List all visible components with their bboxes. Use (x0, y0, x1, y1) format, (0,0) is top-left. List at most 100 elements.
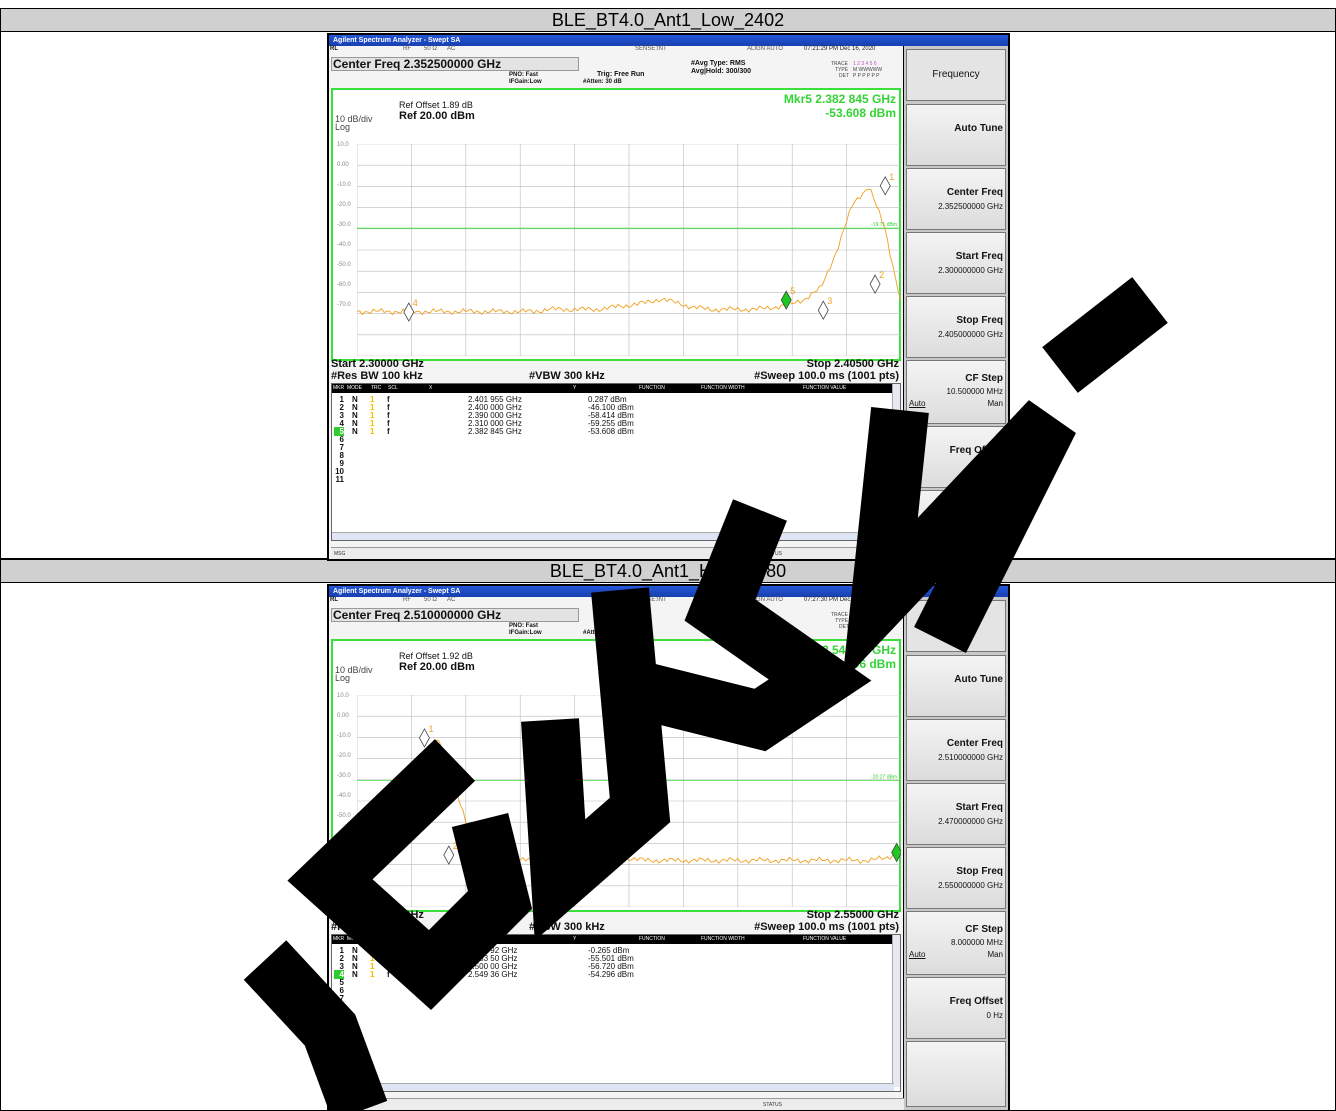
marker-table-row[interactable]: 4 N 1 f 2.310 000 GHz -59.255 dBm (332, 419, 894, 428)
msg-label: MSG (334, 551, 346, 557)
blank-softkey[interactable] (906, 1041, 1006, 1107)
y-tick-label: -20.0 (337, 753, 351, 759)
cf-step-button[interactable]: CF Step 8.000000 MHz Auto Man (906, 911, 1006, 975)
marker-table-row[interactable]: 4 N 1 f 2.549 36 GHz -54.296 dBm (332, 970, 894, 979)
atten-label: #Atten: 30 dB (583, 630, 622, 636)
marker-table-row[interactable]: 2 N 1 f 2.483 50 GHz -55.501 dBm (332, 954, 894, 963)
det-label: DET (839, 73, 849, 79)
y-tick-label: -20.0 (337, 202, 351, 208)
trace-info: TRACE 1 2 3 4 5 6 TYPE M WWWWW DET P P P… (811, 49, 903, 79)
avg-hold-label: Avg|Hold: 300/300 (691, 619, 752, 626)
marker-table-row[interactable]: 3 N 1 f 2.500 00 GHz -56.720 dBm (332, 962, 894, 971)
cf-step-man[interactable]: Man (987, 399, 1003, 408)
marker-diamond (891, 842, 901, 863)
marker-number: 2 (879, 270, 884, 280)
y-tick-label: 10.0 (337, 142, 349, 148)
marker-table-col-header: FUNCTION WIDTH (701, 936, 745, 942)
y-tick-label: 0.00 (337, 713, 349, 719)
start-freq-button[interactable]: Start Freq 2.300000000 GHz (906, 232, 1006, 294)
auto-tune-button[interactable]: Auto Tune (906, 104, 1006, 166)
freq-offset-button[interactable]: Freq Offset 0 Hz (906, 426, 1006, 488)
start-freq-readout: Start 2.30000 GHz (331, 358, 424, 370)
spectrum-analyzer-window: Agilent Spectrum Analyzer - Swept SA RL … (327, 33, 1010, 561)
marker-table-col-header: FUNCTION WIDTH (701, 385, 745, 391)
center-freq-button[interactable]: Center Freq 2.352500000 GHz (906, 168, 1006, 230)
avg-type-label: #Avg Type: RMS (691, 611, 746, 618)
marker-table-row[interactable]: 5 N 1 f 2.382 845 GHz -53.608 dBm (332, 427, 894, 436)
cf-step-man[interactable]: Man (987, 950, 1003, 959)
marker-freq-readout: Mkr5 2.382 845 GHz (783, 92, 896, 106)
start-freq-button[interactable]: Start Freq 2.470000000 GHz (906, 783, 1006, 845)
freq-offset-button[interactable]: Freq Offset 0 Hz (906, 977, 1006, 1039)
cf-step-auto[interactable]: Auto (909, 950, 925, 959)
marker-table-row[interactable]: 5 (332, 978, 894, 987)
marker-table: MKR MODE TRC SCL X Y FUNCTION FUNCTION WIDTH FUN… (331, 383, 901, 541)
stop-freq-key-label: Stop Freq (956, 315, 1003, 326)
marker-table-row[interactable]: 3 N 1 f 2.390 000 GHz -58.414 dBm (332, 411, 894, 420)
marker-table-row[interactable]: 8 (332, 1002, 894, 1011)
stop-freq-button[interactable]: Stop Freq 2.550000000 GHz (906, 847, 1006, 909)
vbw-readout: #VBW 300 kHz (529, 921, 605, 933)
marker-table-row[interactable]: 10 (332, 467, 894, 476)
cf-step-button[interactable]: CF Step 10.500000 MHz Auto Man (906, 360, 1006, 424)
marker-table-row[interactable]: 8 (332, 451, 894, 460)
analyzer-main: RL RF 50 Ω AC SENSE:INT ALIGN AUTO 07:27… (329, 597, 905, 1110)
cf-step-key-value: 10.500000 MHz (946, 387, 1003, 396)
start-freq-key-label: Start Freq (955, 251, 1003, 262)
marker-table-col-header: MKR (333, 936, 345, 942)
table-hscrollbar[interactable] (332, 532, 894, 540)
center-freq-banner[interactable]: Center Freq 2.510000000 GHz (331, 608, 579, 622)
marker-table-row[interactable]: 2 N 1 f 2.400 000 GHz -46.100 dBm (332, 403, 894, 412)
marker-table-row[interactable]: 7 (332, 994, 894, 1003)
marker-table-row[interactable]: 11 (332, 475, 894, 484)
trigger-label: Trig: Free Run (597, 71, 645, 78)
pno-label: PNO: Fast (509, 623, 539, 629)
center-freq-key-label: Center Freq (946, 187, 1003, 198)
marker-level-readout: -54.296 dBm (825, 657, 896, 671)
frequency-menu-title: Frequency (906, 49, 1006, 101)
table-scrollbar[interactable] (892, 384, 900, 536)
marker-table-row[interactable]: 7 (332, 443, 894, 452)
marker-number: 4 (413, 298, 418, 308)
freq-offset-key-value: 0 Hz (986, 460, 1003, 469)
marker-table-row[interactable]: 1 N 1 f 2.401 955 GHz 0.287 dBm (332, 395, 894, 404)
marker-table-row[interactable]: 6 (332, 435, 894, 444)
freq-offset-key-value: 0 Hz (986, 1011, 1003, 1020)
ifgain-label: IFGain:Low (509, 79, 542, 85)
marker-table-row[interactable]: 9 (332, 1010, 894, 1019)
cf-step-key-label: CF Step (965, 924, 1003, 935)
marker-table-header: MKR MODE TRC SCL X Y FUNCTION FUNCTION WIDTH FUN… (332, 935, 894, 944)
marker-table-row[interactable]: 11 (332, 1026, 894, 1035)
avg-hold-label: Avg|Hold: 300/300 (691, 68, 752, 75)
marker-table-row[interactable]: 1 N 1 f 2.479 92 GHz -0.265 dBm (332, 946, 894, 955)
atten-label: #Atten: 30 dB (583, 79, 622, 85)
start-freq-key-value: 2.300000000 GHz (938, 266, 1003, 275)
marker-table-row[interactable]: 6 (332, 986, 894, 995)
marker-cell-n: 11 (335, 1026, 344, 1035)
marker-number: 2 (453, 841, 458, 851)
align-label: ALIGN AUTO (747, 46, 783, 52)
cf-step-auto[interactable]: Auto (909, 399, 925, 408)
auto-tune-button[interactable]: Auto Tune (906, 655, 1006, 717)
marker-table-row[interactable]: 9 (332, 459, 894, 468)
y-tick-label: -30.0 (337, 773, 351, 779)
blank-softkey[interactable] (906, 490, 1006, 556)
start-freq-key-label: Start Freq (955, 802, 1003, 813)
y-tick-label: -10.0 (337, 733, 351, 739)
marker-table-col-header: MODE (347, 385, 362, 391)
center-freq-key-label: Center Freq (946, 738, 1003, 749)
impedance-label: 50 Ω (424, 46, 437, 52)
marker-cell-n: 11 (335, 475, 344, 484)
table-scrollbar[interactable] (892, 935, 900, 1087)
marker-table-row[interactable]: 10 (332, 1018, 894, 1027)
marker-table: MKR MODE TRC SCL X Y FUNCTION FUNCTION WIDTH FUN… (331, 934, 901, 1092)
cf-step-key-value: 8.000000 MHz (950, 938, 1003, 947)
marker-number: 1 (889, 172, 894, 182)
marker-number: 3 (827, 296, 832, 306)
freq-offset-key-label: Freq Offset (949, 996, 1003, 1007)
center-freq-banner[interactable]: Center Freq 2.352500000 GHz (331, 57, 579, 71)
center-freq-button[interactable]: Center Freq 2.510000000 GHz (906, 719, 1006, 781)
marker-table-col-header: Y (573, 385, 577, 391)
table-hscrollbar[interactable] (332, 1083, 894, 1091)
stop-freq-button[interactable]: Stop Freq 2.405000000 GHz (906, 296, 1006, 358)
